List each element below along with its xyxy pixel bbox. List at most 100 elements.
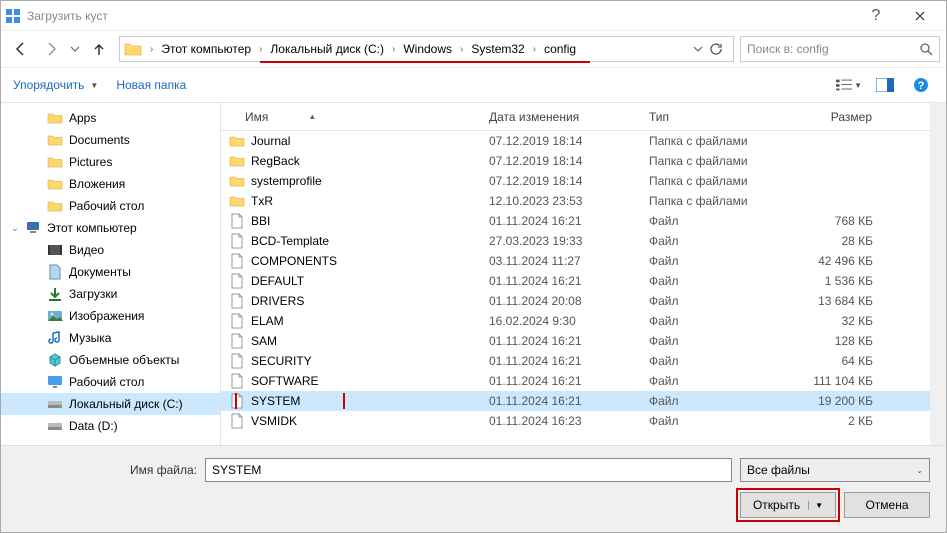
help-icon[interactable]: ? <box>908 72 934 98</box>
file-row[interactable]: SECURITY01.11.2024 16:21Файл64 КБ <box>221 351 930 371</box>
column-size[interactable]: Размер <box>781 103 881 130</box>
search-placeholder: Поиск в: config <box>747 42 919 56</box>
tree-item[interactable]: Загрузки <box>1 283 220 305</box>
chevron-right-icon[interactable]: › <box>146 44 157 55</box>
file-row[interactable]: Journal07.12.2019 18:14Папка с файлами <box>221 131 930 151</box>
file-row[interactable]: DEFAULT01.11.2024 16:21Файл1 536 КБ <box>221 271 930 291</box>
search-input[interactable]: Поиск в: config <box>740 36 940 62</box>
file-name: systemprofile <box>251 174 322 188</box>
file-row[interactable]: DRIVERS01.11.2024 20:08Файл13 684 КБ <box>221 291 930 311</box>
file-name: SECURITY <box>251 354 312 368</box>
tree-item-label: Рабочий стол <box>69 375 144 389</box>
tree-item-label: Локальный диск (C:) <box>69 397 183 411</box>
tree-item-label: Музыка <box>69 331 111 345</box>
file-list[interactable]: Имя▲ Дата изменения Тип Размер Journal07… <box>221 103 930 445</box>
file-size: 1 536 КБ <box>781 274 881 288</box>
column-type[interactable]: Тип <box>641 103 781 130</box>
tree-item[interactable]: Рабочий стол <box>1 195 220 217</box>
file-size: 28 КБ <box>781 234 881 248</box>
tree-item[interactable]: Музыка <box>1 327 220 349</box>
tree-item[interactable]: Pictures <box>1 151 220 173</box>
file-row[interactable]: SOFTWARE01.11.2024 16:21Файл111 104 КБ <box>221 371 930 391</box>
tree-item[interactable]: Data (D:) <box>1 415 220 437</box>
svg-text:?: ? <box>918 80 925 92</box>
file-row[interactable]: ELAM16.02.2024 9:30Файл32 КБ <box>221 311 930 331</box>
breadcrumb-item[interactable]: System32 <box>467 37 528 61</box>
help-button[interactable]: ? <box>854 2 898 30</box>
filetype-select[interactable]: Все файлы ⌄ <box>740 458 930 482</box>
tree-item-label: Изображения <box>69 309 144 323</box>
address-bar[interactable]: › Этот компьютер › Локальный диск (C:) ›… <box>119 36 734 62</box>
file-row[interactable]: TxR12.10.2023 23:53Папка с файлами <box>221 191 930 211</box>
tree-item[interactable]: ⌄ Этот компьютер <box>1 217 220 239</box>
tree-item[interactable]: Вложения <box>1 173 220 195</box>
file-row[interactable]: VSMIDK01.11.2024 16:23Файл2 КБ <box>221 411 930 431</box>
file-row[interactable]: SAM01.11.2024 16:21Файл128 КБ <box>221 331 930 351</box>
file-date: 01.11.2024 16:23 <box>481 414 641 428</box>
organize-menu[interactable]: Упорядочить▼ <box>13 78 98 92</box>
file-name: RegBack <box>251 154 300 168</box>
expand-icon[interactable]: ⌄ <box>9 223 21 234</box>
close-button[interactable] <box>898 2 942 30</box>
file-icon <box>229 373 245 389</box>
scrollbar[interactable] <box>930 103 946 445</box>
titlebar: Загрузить куст ? <box>1 1 946 31</box>
tree-item-label: Рабочий стол <box>69 199 144 213</box>
up-button[interactable] <box>85 35 113 63</box>
column-name[interactable]: Имя▲ <box>221 103 481 130</box>
file-type: Папка с файлами <box>641 174 781 188</box>
file-row[interactable]: BCD-Template27.03.2023 19:33Файл28 КБ <box>221 231 930 251</box>
column-date[interactable]: Дата изменения <box>481 103 641 130</box>
file-date: 01.11.2024 16:21 <box>481 214 641 228</box>
recent-dropdown[interactable] <box>67 35 83 63</box>
file-row[interactable]: SYSTEM01.11.2024 16:21Файл19 200 КБ <box>221 391 930 411</box>
chevron-right-icon[interactable]: › <box>456 44 467 55</box>
tree-item[interactable]: Видео <box>1 239 220 261</box>
tree-item[interactable]: Рабочий стол <box>1 371 220 393</box>
chevron-right-icon[interactable]: › <box>255 44 266 55</box>
file-row[interactable]: RegBack07.12.2019 18:14Папка с файлами <box>221 151 930 171</box>
file-row[interactable]: systemprofile07.12.2019 18:14Папка с фай… <box>221 171 930 191</box>
file-date: 01.11.2024 16:21 <box>481 374 641 388</box>
file-type: Папка с файлами <box>641 194 781 208</box>
cancel-button[interactable]: Отмена <box>844 492 930 518</box>
back-button[interactable] <box>7 35 35 63</box>
new-folder-button[interactable]: Новая папка <box>116 78 186 92</box>
file-name: SOFTWARE <box>251 374 319 388</box>
breadcrumb-item[interactable]: config <box>540 37 580 61</box>
file-type: Файл <box>641 254 781 268</box>
view-mode-button[interactable]: ▼ <box>836 72 862 98</box>
file-type: Файл <box>641 334 781 348</box>
tree-item[interactable]: Объемные объекты <box>1 349 220 371</box>
breadcrumb-item[interactable]: Windows <box>399 37 456 61</box>
open-button[interactable]: Открыть ▼ <box>740 492 836 518</box>
filename-input[interactable] <box>205 458 732 482</box>
tree-item-label: Этот компьютер <box>47 221 137 235</box>
tree-item-label: Вложения <box>69 177 125 191</box>
folder-icon <box>229 153 245 169</box>
breadcrumb-item[interactable]: Локальный диск (C:) <box>266 37 388 61</box>
file-icon <box>229 293 245 309</box>
tree-item[interactable]: Apps <box>1 107 220 129</box>
refresh-button[interactable] <box>705 35 727 63</box>
app-icon <box>5 8 21 24</box>
tree-item[interactable]: Документы <box>1 261 220 283</box>
nav-tree[interactable]: AppsDocumentsPictures Вложения Рабочий сто… <box>1 103 221 445</box>
file-name: VSMIDK <box>251 414 297 428</box>
preview-pane-button[interactable] <box>872 72 898 98</box>
chevron-right-icon[interactable]: › <box>388 44 399 55</box>
forward-button[interactable] <box>37 35 65 63</box>
tree-item[interactable]: Изображения <box>1 305 220 327</box>
folder-icon <box>47 110 63 126</box>
tree-item[interactable]: Documents <box>1 129 220 151</box>
folder-icon <box>229 193 245 209</box>
file-date: 01.11.2024 20:08 <box>481 294 641 308</box>
address-dropdown[interactable] <box>693 44 703 54</box>
file-date: 07.12.2019 18:14 <box>481 154 641 168</box>
file-size: 768 КБ <box>781 214 881 228</box>
tree-item[interactable]: Локальный диск (C:) <box>1 393 220 415</box>
breadcrumb-item[interactable]: Этот компьютер <box>157 37 255 61</box>
chevron-right-icon[interactable]: › <box>529 44 540 55</box>
file-row[interactable]: BBI01.11.2024 16:21Файл768 КБ <box>221 211 930 231</box>
file-row[interactable]: COMPONENTS03.11.2024 11:27Файл42 496 КБ <box>221 251 930 271</box>
